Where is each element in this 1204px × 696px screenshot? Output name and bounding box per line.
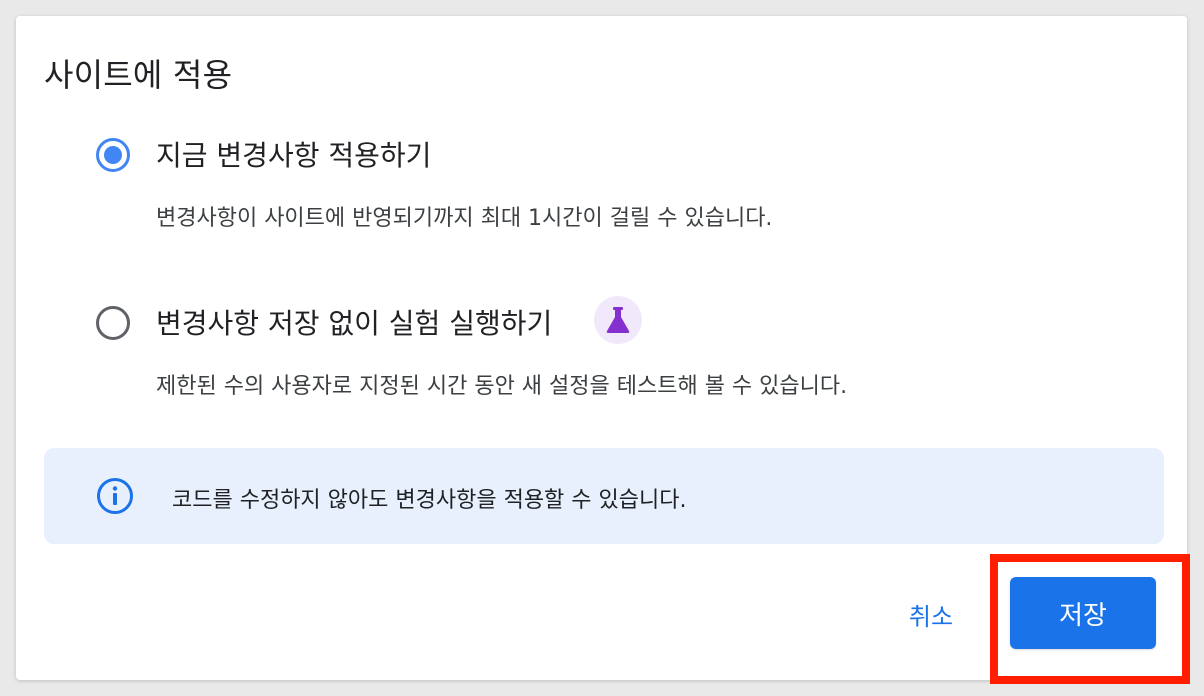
option-apply-now-label[interactable]: 지금 변경사항 적용하기: [156, 134, 431, 174]
info-text: 코드를 수정하지 않아도 변경사항을 적용할 수 있습니다.: [172, 488, 687, 513]
cancel-button[interactable]: 취소: [890, 588, 972, 640]
radio-selected-dot: [104, 146, 122, 164]
info-banner: 코드를 수정하지 않아도 변경사항을 적용할 수 있습니다.: [44, 448, 1164, 544]
save-button[interactable]: 저장: [1010, 577, 1156, 649]
dialog-title: 사이트에 적용: [44, 56, 233, 94]
experiment-flask-badge: [594, 296, 642, 344]
flask-icon: [606, 307, 630, 333]
apply-to-site-dialog: 사이트에 적용 지금 변경사항 적용하기 변경사항이 사이트에 반영되기까지 최…: [16, 16, 1190, 684]
option-apply-now-description: 변경사항이 사이트에 반영되기까지 최대 1시간이 걸릴 수 있습니다.: [156, 206, 773, 231]
radio-apply-now[interactable]: [96, 138, 130, 172]
option-run-experiment-description: 제한된 수의 사용자로 지정된 시간 동안 새 설정을 테스트해 볼 수 있습니…: [156, 374, 848, 399]
radio-run-experiment[interactable]: [96, 306, 130, 340]
info-icon: [97, 478, 133, 514]
option-run-experiment-label[interactable]: 변경사항 저장 없이 실험 실행하기: [156, 302, 552, 342]
